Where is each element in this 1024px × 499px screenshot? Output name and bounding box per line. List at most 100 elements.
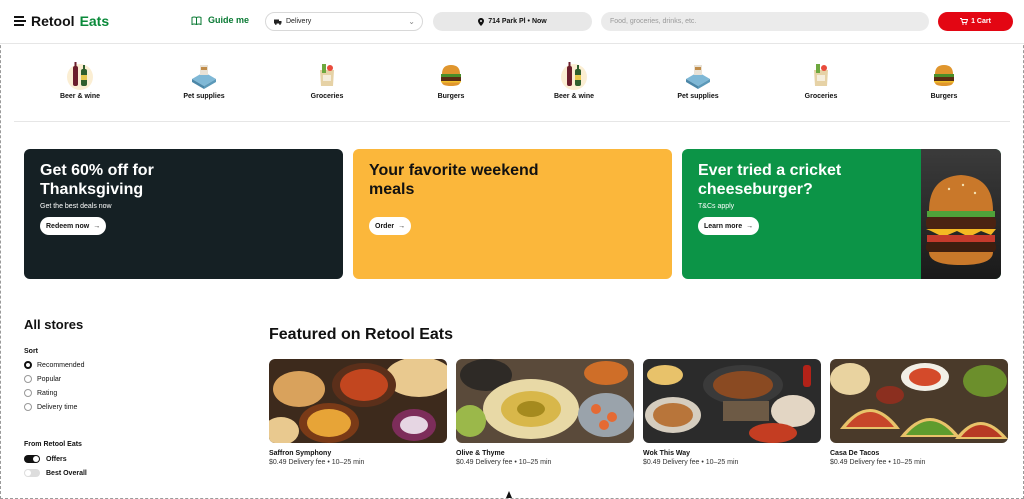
promo-card-thanksgiving[interactable]: Get 60% off for Thanksgiving Get the bes… bbox=[24, 149, 343, 279]
category-label: Pet supplies bbox=[183, 93, 225, 100]
category-bar: Beer & wine Pet supplies Groceries Burge… bbox=[14, 50, 1010, 122]
order-label: Order bbox=[375, 222, 395, 230]
featured-title: Featured on Retool Eats bbox=[269, 326, 454, 343]
redeem-now-label: Redeem now bbox=[46, 222, 90, 230]
category-label: Beer & wine bbox=[553, 93, 595, 100]
sort-option-popular[interactable]: Popular bbox=[24, 375, 61, 383]
book-icon bbox=[191, 16, 202, 25]
sort-label: Sort bbox=[24, 348, 38, 355]
chevron-down-icon: ⌄ bbox=[408, 17, 415, 26]
store-name: Saffron Symphony bbox=[269, 450, 332, 457]
radio-icon bbox=[24, 403, 32, 411]
sort-option-rating[interactable]: Rating bbox=[24, 389, 57, 397]
learn-more-button[interactable]: Learn more → bbox=[698, 217, 760, 235]
arrow-right-icon: → bbox=[398, 222, 406, 230]
from-retool-eats-label: From Retool Eats bbox=[24, 441, 82, 448]
store-name: Olive & Thyme bbox=[456, 450, 505, 457]
delivery-select-value: Delivery bbox=[286, 18, 312, 25]
logo[interactable]: Retool Eats bbox=[14, 13, 109, 29]
burger-image bbox=[921, 149, 1001, 279]
burger-icon bbox=[929, 60, 959, 90]
brand-name-accent: Eats bbox=[79, 13, 110, 29]
toggle-switch-on bbox=[24, 455, 40, 463]
top-navigation: Retool Eats Guide me Delivery ⌄ 714 Park … bbox=[0, 0, 1024, 44]
mouse-cursor-icon bbox=[506, 491, 512, 498]
sort-option-label: Rating bbox=[37, 389, 58, 397]
cart-button[interactable]: 1 Cart bbox=[938, 12, 1013, 31]
radio-icon bbox=[24, 375, 32, 383]
category-item[interactable]: Beer & wine bbox=[40, 60, 120, 100]
toggle-switch-off bbox=[24, 469, 40, 477]
store-image bbox=[269, 359, 447, 443]
store-name: Casa De Tacos bbox=[830, 450, 880, 457]
promo-title: Your favorite weekend meals bbox=[369, 162, 539, 198]
sort-option-label: Recommended bbox=[37, 361, 85, 369]
sort-option-delivery-time[interactable]: Delivery time bbox=[24, 403, 77, 411]
category-label: Beer & wine bbox=[59, 93, 101, 100]
address-label: 714 Park Pl • Now bbox=[488, 18, 547, 25]
category-label: Burgers bbox=[930, 93, 958, 100]
redeem-now-button[interactable]: Redeem now → bbox=[40, 217, 107, 235]
radio-selected-icon bbox=[24, 361, 32, 369]
order-button[interactable]: Order → bbox=[369, 217, 412, 235]
cart-label: 1 Cart bbox=[971, 18, 991, 25]
store-image bbox=[456, 359, 634, 443]
address-button[interactable]: 714 Park Pl • Now bbox=[433, 12, 592, 31]
promo-title: Ever tried a cricket cheeseburger? bbox=[698, 162, 842, 198]
guide-me-label: Guide me bbox=[208, 15, 250, 25]
store-card-wok-this-way[interactable]: Wok This Way $0.49 Delivery fee • 10–25 … bbox=[643, 359, 821, 466]
toggle-label: Best Overall bbox=[46, 469, 87, 477]
guide-me-button[interactable]: Guide me bbox=[191, 15, 249, 25]
cart-icon bbox=[960, 18, 969, 25]
store-image bbox=[830, 359, 1008, 443]
category-item[interactable]: Pet supplies bbox=[658, 60, 738, 100]
learn-more-label: Learn more bbox=[704, 222, 743, 230]
toggle-label: Offers bbox=[46, 455, 67, 463]
all-stores-title: All stores bbox=[24, 317, 84, 332]
radio-icon bbox=[24, 389, 32, 397]
sort-option-label: Popular bbox=[37, 375, 62, 383]
category-label: Groceries bbox=[804, 93, 838, 100]
category-item[interactable]: Groceries bbox=[287, 60, 367, 100]
groceries-icon bbox=[312, 60, 342, 90]
promo-subtitle: T&Cs apply bbox=[698, 203, 735, 210]
arrow-right-icon: → bbox=[746, 222, 754, 230]
location-pin-icon bbox=[478, 17, 485, 26]
store-card-olive-thyme[interactable]: Olive & Thyme $0.49 Delivery fee • 10–25… bbox=[456, 359, 634, 466]
promo-card-cricket-burger[interactable]: Ever tried a cricket cheeseburger? T&Cs … bbox=[682, 149, 1001, 279]
store-card-casa-de-tacos[interactable]: Casa De Tacos $0.49 Delivery fee • 10–25… bbox=[830, 359, 1008, 466]
groceries-icon bbox=[806, 60, 836, 90]
category-label: Groceries bbox=[310, 93, 344, 100]
store-meta: $0.49 Delivery fee • 10–25 min bbox=[643, 459, 739, 466]
search-placeholder: Food, groceries, drinks, etc. bbox=[610, 18, 697, 25]
promo-card-weekend-meals[interactable]: Your favorite weekend meals Order → bbox=[353, 149, 672, 279]
promo-subtitle: Get the best deals now bbox=[40, 203, 112, 210]
category-item[interactable]: Beer & wine bbox=[534, 60, 614, 100]
burger-icon bbox=[436, 60, 466, 90]
pet-supplies-icon bbox=[189, 60, 219, 90]
store-card-saffron-symphony[interactable]: Saffron Symphony $0.49 Delivery fee • 10… bbox=[269, 359, 447, 466]
store-image bbox=[643, 359, 821, 443]
arrow-right-icon: → bbox=[93, 222, 101, 230]
truck-icon bbox=[274, 19, 282, 25]
category-item[interactable]: Burgers bbox=[904, 60, 984, 100]
store-meta: $0.49 Delivery fee • 10–25 min bbox=[830, 459, 926, 466]
category-label: Burgers bbox=[437, 93, 465, 100]
sort-option-recommended[interactable]: Recommended bbox=[24, 361, 84, 369]
best-overall-toggle[interactable]: Best Overall bbox=[24, 469, 87, 477]
delivery-select[interactable]: Delivery ⌄ bbox=[265, 12, 423, 31]
search-input[interactable]: Food, groceries, drinks, etc. bbox=[601, 12, 929, 31]
store-meta: $0.49 Delivery fee • 10–25 min bbox=[269, 459, 365, 466]
beer-wine-icon bbox=[559, 60, 589, 90]
category-item[interactable]: Groceries bbox=[781, 60, 861, 100]
store-meta: $0.49 Delivery fee • 10–25 min bbox=[456, 459, 552, 466]
category-item[interactable]: Burgers bbox=[411, 60, 491, 100]
store-name: Wok This Way bbox=[643, 450, 691, 457]
category-label: Pet supplies bbox=[677, 93, 719, 100]
category-item[interactable]: Pet supplies bbox=[164, 60, 244, 100]
brand-name: Retool bbox=[31, 13, 75, 29]
offers-toggle[interactable]: Offers bbox=[24, 455, 67, 463]
sort-option-label: Delivery time bbox=[37, 403, 78, 411]
beer-wine-icon bbox=[65, 60, 95, 90]
promo-title: Get 60% off for Thanksgiving bbox=[40, 162, 154, 198]
